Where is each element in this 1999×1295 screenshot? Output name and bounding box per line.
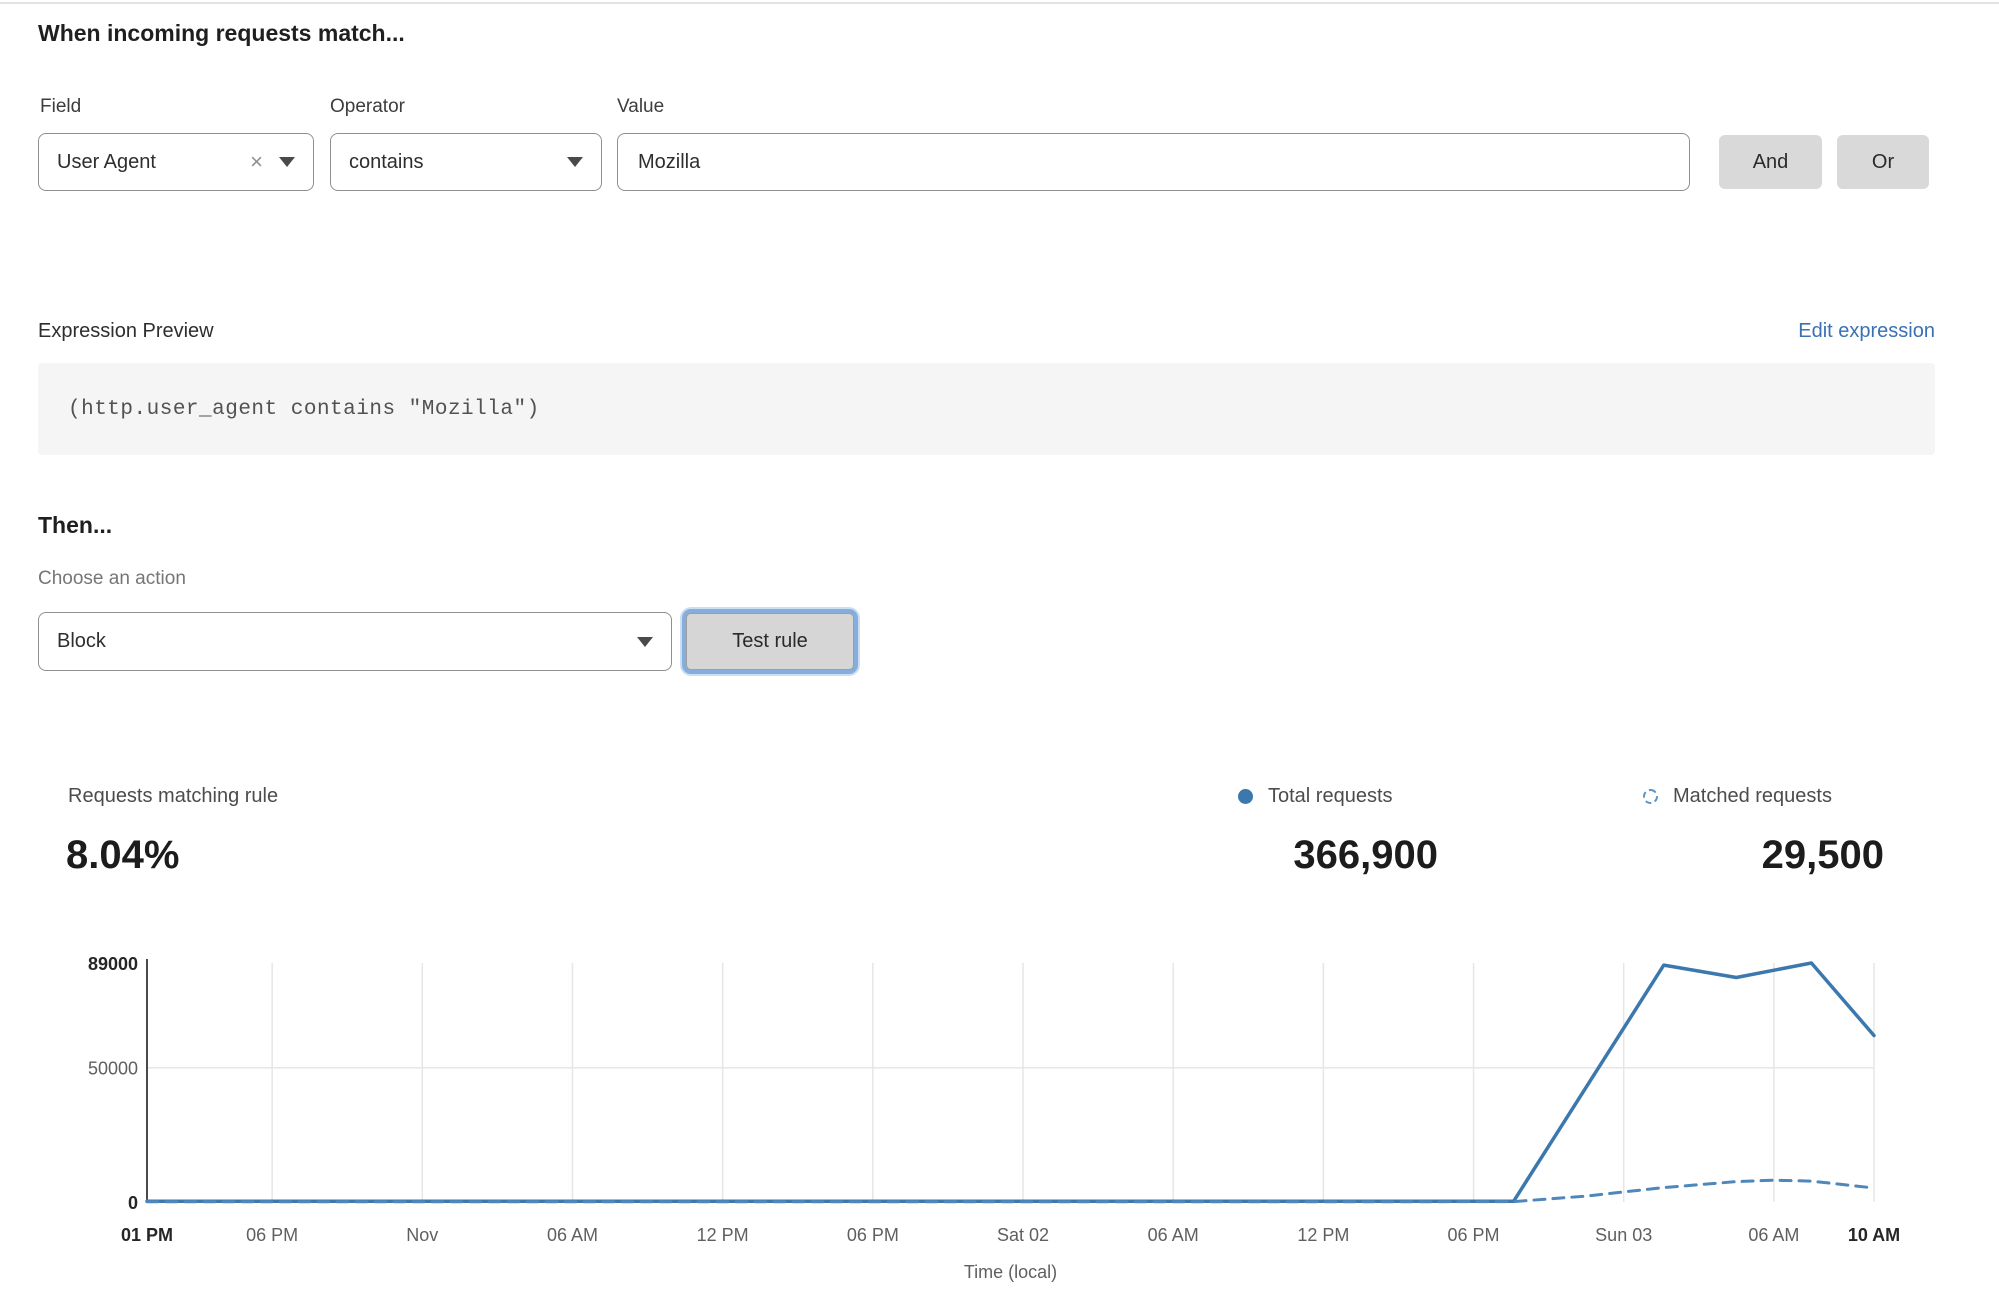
x-tick-label: 12 PM	[697, 1225, 749, 1245]
x-tick-label: 06 AM	[1748, 1225, 1799, 1245]
action-select[interactable]: Block	[38, 612, 672, 671]
y-tick-label: 50000	[88, 1059, 138, 1079]
remove-icon[interactable]: ×	[250, 151, 263, 173]
x-tick-label: 06 PM	[847, 1225, 899, 1245]
chevron-down-icon	[279, 157, 295, 167]
or-button[interactable]: Or	[1837, 135, 1929, 189]
matched-requests-value: 29,500	[1762, 833, 1884, 878]
value-label: Value	[617, 96, 664, 118]
total-requests-label: Total requests	[1268, 785, 1393, 808]
value-input[interactable]	[617, 133, 1690, 191]
operator-label: Operator	[330, 96, 405, 118]
chevron-down-icon	[567, 157, 583, 167]
x-tick-label: 06 AM	[547, 1225, 598, 1245]
solid-dot-icon	[1238, 789, 1253, 804]
matched-requests-label: Matched requests	[1673, 785, 1832, 808]
firewall-rule-editor: When incoming requests match... Field Op…	[0, 0, 1999, 1295]
field-select-value: User Agent	[57, 151, 156, 174]
requests-matching-value: 8.04%	[66, 833, 179, 878]
x-tick-label: 12 PM	[1297, 1225, 1349, 1245]
expression-code: (http.user_agent contains "Mozilla")	[68, 398, 540, 421]
requests-matching-label: Requests matching rule	[68, 785, 278, 808]
test-rule-button[interactable]: Test rule	[686, 613, 854, 670]
top-divider	[0, 2, 1999, 4]
x-tick-label: 06 PM	[246, 1225, 298, 1245]
dashed-circle-icon	[1643, 789, 1658, 804]
page-title: When incoming requests match...	[38, 20, 405, 47]
requests-chart: 0 50000 89000 01 PM 06 PM Nov 06 AM 12 PM 06 PM S…	[0, 940, 1999, 1295]
x-tick-label: 10 AM	[1848, 1225, 1900, 1245]
legend-total-requests: Total requests	[1238, 785, 1393, 808]
operator-select[interactable]: contains	[330, 133, 602, 191]
legend-matched-requests: Matched requests	[1643, 785, 1832, 808]
then-heading: Then...	[38, 512, 112, 539]
y-tick-label: 0	[128, 1193, 138, 1213]
choose-action-label: Choose an action	[38, 568, 186, 590]
x-tick-label: 06 AM	[1148, 1225, 1199, 1245]
x-tick-label: 01 PM	[121, 1225, 173, 1245]
expression-preview-box: (http.user_agent contains "Mozilla")	[38, 363, 1935, 455]
x-tick-label: Sun 03	[1595, 1225, 1652, 1245]
field-select[interactable]: User Agent ×	[38, 133, 314, 191]
chevron-down-icon	[637, 637, 653, 647]
operator-select-value: contains	[349, 151, 424, 174]
edit-expression-link[interactable]: Edit expression	[1798, 320, 1935, 343]
and-button[interactable]: And	[1719, 135, 1822, 189]
x-tick-label: Nov	[406, 1225, 438, 1245]
y-tick-label: 89000	[88, 954, 138, 974]
expression-preview-label: Expression Preview	[38, 320, 214, 343]
series-dashed	[147, 1180, 1874, 1202]
x-tick-label: Sat 02	[997, 1225, 1049, 1245]
x-tick-label: 06 PM	[1448, 1225, 1500, 1245]
series-solid	[147, 963, 1874, 1201]
action-select-value: Block	[57, 630, 106, 653]
field-label: Field	[40, 96, 81, 118]
x-axis-title: Time (local)	[964, 1262, 1057, 1282]
total-requests-value: 366,900	[1293, 833, 1438, 878]
